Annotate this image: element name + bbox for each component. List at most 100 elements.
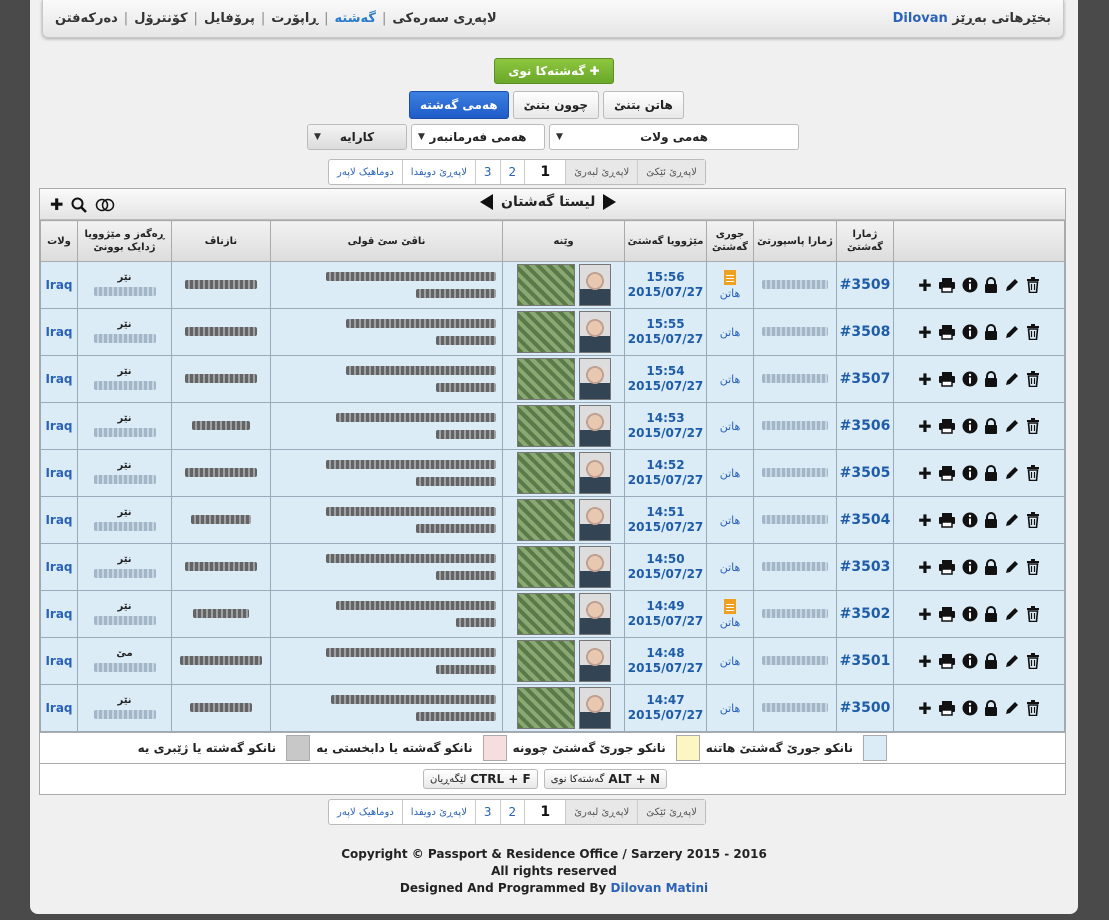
person-photo[interactable]: [578, 452, 611, 494]
nav-trips[interactable]: گەشتە: [335, 11, 376, 26]
col-full-name[interactable]: ناڤێ سێ قولی: [270, 220, 503, 262]
edit-icon[interactable]: [1004, 418, 1020, 434]
lock-icon[interactable]: [984, 277, 998, 293]
info-icon[interactable]: [962, 324, 978, 340]
cell-visa-number[interactable]: #3504: [836, 496, 894, 544]
col-visa-number[interactable]: ژمارا گەشتێ: [836, 220, 894, 262]
table-row[interactable]: Iraq نێر 15:56 2015/07/27 هاتن #3509 ✚: [40, 261, 1065, 309]
prev-arrow-icon[interactable]: [480, 194, 493, 210]
page-3-link[interactable]: 3: [476, 800, 501, 824]
trash-icon[interactable]: [1026, 277, 1040, 293]
document-icon[interactable]: [724, 599, 736, 614]
next-page-link[interactable]: لاپەڕێ دویفدا: [403, 800, 476, 824]
trash-icon[interactable]: [1026, 418, 1040, 434]
table-row[interactable]: Iraq نێر 14:51 2015/07/27 هاتن #3504 ✚: [40, 496, 1065, 544]
author-link[interactable]: Dilovan Matini: [611, 881, 709, 895]
info-icon[interactable]: [962, 606, 978, 622]
passport-scan-image[interactable]: [516, 405, 575, 447]
col-birthdate[interactable]: ڕەگەز و مێژوویا ژدایک بوونێ: [77, 220, 172, 262]
print-icon[interactable]: [938, 277, 956, 293]
cell-visa-number[interactable]: #3508: [836, 308, 894, 356]
print-icon[interactable]: [938, 418, 956, 434]
lock-icon[interactable]: [984, 418, 998, 434]
info-icon[interactable]: [962, 512, 978, 528]
prev-page-link[interactable]: لاپەڕێ لبەرێ: [566, 160, 639, 184]
country-select[interactable]: ▼ هەمی ولات: [549, 124, 799, 150]
new-trip-button[interactable]: گەشتەکا نوی ✚: [494, 58, 614, 84]
passport-scan-image[interactable]: [516, 499, 575, 541]
lock-icon[interactable]: [984, 324, 998, 340]
edit-icon[interactable]: [1004, 277, 1020, 293]
table-row[interactable]: Iraq نێر 14:47 2015/07/27 هاتن #3500 ✚: [40, 684, 1065, 732]
person-photo[interactable]: [578, 311, 611, 353]
passport-scan-image[interactable]: [516, 311, 575, 353]
person-photo[interactable]: [578, 593, 611, 635]
lock-icon[interactable]: [984, 371, 998, 387]
cell-visa-number[interactable]: #3505: [836, 449, 894, 497]
table-row[interactable]: Iraq نێر 14:49 2015/07/27 هاتن #3502 ✚: [40, 590, 1065, 638]
print-icon[interactable]: [938, 324, 956, 340]
next-arrow-icon[interactable]: [603, 194, 617, 210]
trash-icon[interactable]: [1026, 465, 1040, 481]
add-icon[interactable]: ✚: [918, 370, 931, 389]
edit-icon[interactable]: [1004, 324, 1020, 340]
trash-icon[interactable]: [1026, 700, 1040, 716]
action-select[interactable]: ▼ کارایە: [307, 124, 407, 150]
first-page-link[interactable]: لاپەڕێ ئێکێ: [638, 160, 705, 184]
passport-scan-image[interactable]: [516, 687, 575, 729]
edit-icon[interactable]: [1004, 653, 1020, 669]
page-2-link[interactable]: 2: [501, 160, 526, 184]
print-icon[interactable]: [938, 606, 956, 622]
add-icon[interactable]: ✚: [918, 417, 931, 436]
departure-button[interactable]: چوون بتنێ: [512, 91, 600, 119]
lock-icon[interactable]: [984, 653, 998, 669]
info-icon[interactable]: [962, 371, 978, 387]
add-icon[interactable]: ✚: [50, 195, 63, 214]
add-icon[interactable]: ✚: [918, 652, 931, 671]
info-icon[interactable]: [962, 465, 978, 481]
trash-icon[interactable]: [1026, 512, 1040, 528]
edit-icon[interactable]: [1004, 512, 1020, 528]
print-icon[interactable]: [938, 371, 956, 387]
passport-scan-image[interactable]: [516, 452, 575, 494]
person-photo[interactable]: [578, 264, 611, 306]
col-passport[interactable]: ژمارا پاسپورتێ: [753, 220, 837, 262]
col-nickname[interactable]: نازناڤ: [171, 220, 271, 262]
passport-scan-image[interactable]: [516, 546, 575, 588]
cell-visa-number[interactable]: #3506: [836, 402, 894, 450]
print-icon[interactable]: [938, 653, 956, 669]
print-icon[interactable]: [938, 700, 956, 716]
info-icon[interactable]: [962, 418, 978, 434]
person-photo[interactable]: [578, 405, 611, 447]
person-photo[interactable]: [578, 499, 611, 541]
cell-visa-number[interactable]: #3507: [836, 355, 894, 403]
username-link[interactable]: Dilovan: [893, 11, 948, 26]
last-page-link[interactable]: دوماهیک لاپەر: [329, 160, 403, 184]
table-row[interactable]: Iraq نێر 15:55 2015/07/27 هاتن #3508 ✚: [40, 308, 1065, 356]
print-icon[interactable]: [938, 559, 956, 575]
first-page-link[interactable]: لاپەڕێ ئێکێ: [638, 800, 705, 824]
current-page-input[interactable]: 1: [525, 800, 567, 824]
edit-icon[interactable]: [1004, 606, 1020, 622]
info-icon[interactable]: [962, 700, 978, 716]
print-icon[interactable]: [938, 465, 956, 481]
cell-visa-number[interactable]: #3503: [836, 543, 894, 591]
page-2-link[interactable]: 2: [501, 800, 526, 824]
print-icon[interactable]: [938, 512, 956, 528]
add-icon[interactable]: ✚: [918, 276, 931, 295]
add-icon[interactable]: ✚: [918, 699, 931, 718]
cell-visa-number[interactable]: #3500: [836, 684, 894, 732]
nav-profile[interactable]: پرۆفایل: [204, 11, 255, 26]
passport-scan-image[interactable]: [516, 358, 575, 400]
page-3-link[interactable]: 3: [476, 160, 501, 184]
nav-home[interactable]: لاپەڕی سەرەکی: [392, 11, 496, 26]
person-photo[interactable]: [578, 687, 611, 729]
info-icon[interactable]: [962, 277, 978, 293]
cell-visa-number[interactable]: #3501: [836, 637, 894, 685]
trash-icon[interactable]: [1026, 559, 1040, 575]
add-icon[interactable]: ✚: [918, 464, 931, 483]
trash-icon[interactable]: [1026, 606, 1040, 622]
info-icon[interactable]: [962, 653, 978, 669]
col-date[interactable]: مێژوویا گەشتێ: [624, 220, 707, 262]
nav-report[interactable]: ڕاپۆرت: [271, 11, 318, 26]
